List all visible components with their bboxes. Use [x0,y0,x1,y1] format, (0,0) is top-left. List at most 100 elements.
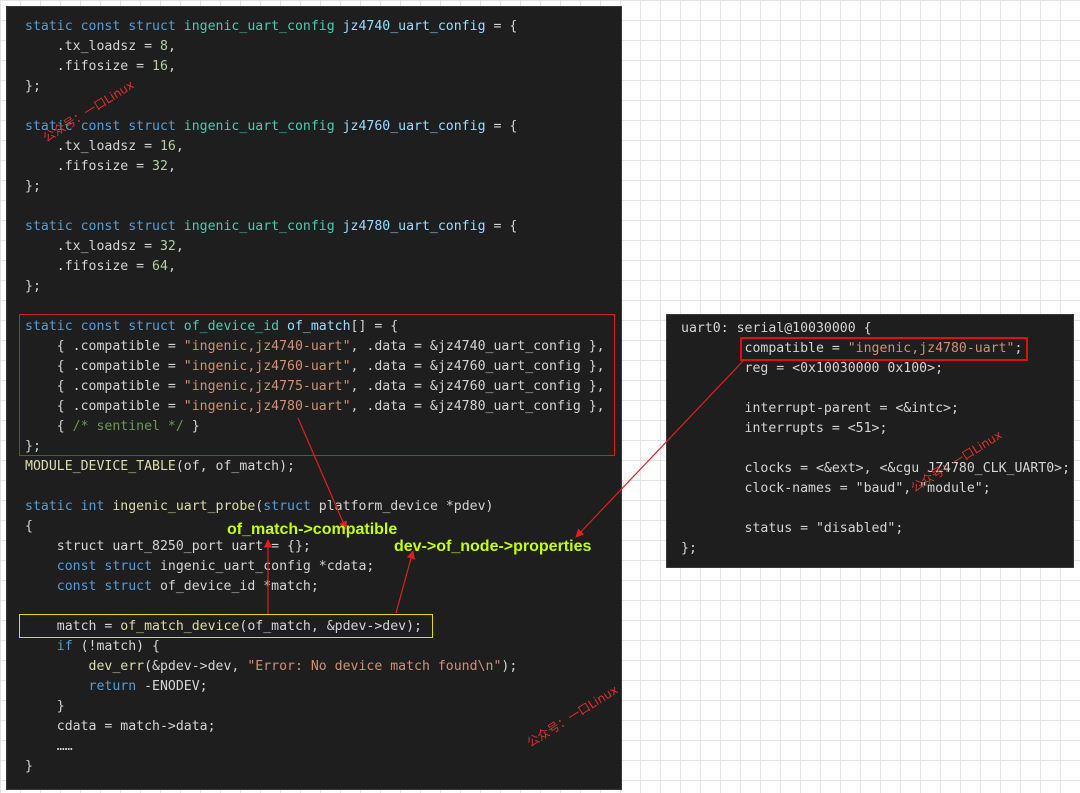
code-line: MODULE_DEVICE_TABLE(of, of_match); [25,457,605,477]
code-token: , [167,259,176,274]
code-token: jz4780_uart_config [342,219,486,234]
code-token: }; [25,279,41,294]
code-token: ingenic_uart_probe [112,499,256,514]
uart-driver-code: static const struct ingenic_uart_config … [25,17,605,777]
device-tree-panel: uart0: serial@10030000 { compatible = "i… [666,314,1074,568]
dt-line: clock-names = "baud", "module"; [681,479,1070,499]
code-token: (of, of_match); [175,459,295,474]
code-line: .fifosize = 16, [25,57,605,77]
code-token: }; [25,79,41,94]
code-token: .fifosize = [25,59,153,74]
code-line: }; [25,177,605,197]
code-line: { .compatible = "ingenic,jz4760-uart", .… [25,357,605,377]
code-token: (of_match, &pdev->dev); [239,619,422,634]
code-line: static const struct of_device_id of_matc… [25,317,605,337]
code-token: = { [485,19,518,34]
code-token: uart0: serial@10030000 { [681,321,872,336]
code-token: of_device_id *match; [159,579,319,594]
code-token: { .compatible = [25,379,184,394]
code-token: , [175,139,184,154]
code-token: } [183,419,200,434]
code-line: static int ingenic_uart_probe(struct pla… [25,497,605,517]
code-token: , .data = &jz4780_uart_config }, [350,399,605,414]
code-line: { /* sentinel */ } [25,417,605,437]
code-token: , .data = &jz4760_uart_config }, [350,379,605,394]
dt-line: reg = <0x10030000 0x100>; [681,359,1070,379]
code-line: static const struct ingenic_uart_config … [25,17,605,37]
dt-line: status = "disabled"; [681,519,1070,539]
code-token: , [175,239,184,254]
code-token: clocks = <&ext>, <&cgu JZ4780_CLK_UART0>… [681,461,1071,476]
code-token: …… [25,739,73,754]
code-token: }; [25,439,41,454]
code-token: MODULE_DEVICE_TABLE [25,459,176,474]
dt-line: interrupts = <51>; [681,419,1070,439]
code-token: , [167,59,176,74]
code-token: interrupts = <51>; [681,421,888,436]
dt-line: uart0: serial@10030000 { [681,319,1070,339]
code-token: { [25,419,73,434]
code-token: 32 [152,159,168,174]
code-line: .fifosize = 64, [25,257,605,277]
code-token: reg = <0x10030000 0x100>; [681,361,944,376]
code-token: jz4740_uart_config [342,19,486,34]
code-line: .tx_loadsz = 16, [25,137,605,157]
code-token: of_match_device [120,619,240,634]
code-line: { .compatible = "ingenic,jz4740-uart", .… [25,337,605,357]
code-token: } [25,699,65,714]
code-token: 16 [152,59,168,74]
code-token: status = "disabled"; [681,521,904,536]
code-token: static const struct [25,19,184,34]
code-token: of_match [287,319,351,334]
code-token: ingenic_uart_config *cdata; [159,559,375,574]
code-line: static const struct ingenic_uart_config … [25,217,605,237]
code-line: }; [25,437,605,457]
code-token: { [25,519,33,534]
code-token: .tx_loadsz = [25,39,160,54]
code-token: "ingenic,jz4760-uart" [183,359,351,374]
code-token: = { [485,219,518,234]
code-token: }; [25,179,41,194]
code-token: if [25,639,81,654]
code-token: dev_err [25,659,145,674]
code-token: 32 [159,239,176,254]
code-token: /* sentinel */ [72,419,184,434]
dt-line: compatible = "ingenic,jz4780-uart"; [681,339,1070,359]
code-line: cdata = match->data; [25,717,605,737]
code-line: .tx_loadsz = 32, [25,237,605,257]
code-token: const struct [25,559,160,574]
code-token: ingenic_uart_config [183,119,343,134]
code-token: ingenic_uart_config [183,219,343,234]
code-line: } [25,697,605,717]
code-line: return -ENODEV; [25,677,605,697]
code-token: , .data = &jz4760_uart_config }, [350,359,605,374]
code-token: , [167,39,176,54]
code-token: interrupt-parent = <&intc>; [681,401,959,416]
code-line: const struct of_device_id *match; [25,577,605,597]
code-token: .tx_loadsz = [25,239,160,254]
code-token: [] = { [350,319,399,334]
code-token: { .compatible = [25,359,184,374]
code-token: { .compatible = [25,339,184,354]
code-line: if (!match) { [25,637,605,657]
code-token: .fifosize = [25,259,153,274]
dt-line [681,379,1070,399]
code-token: platform_device *pdev) [318,499,494,514]
annotation-of-match-compatible: of_match->compatible [227,521,398,538]
code-token: "Error: No device match found\n" [247,659,502,674]
code-token: , .data = &jz4740_uart_config }, [350,339,605,354]
dt-line [681,499,1070,519]
code-token: "ingenic,jz4780-uart" [847,341,1015,356]
code-line: dev_err(&pdev->dev, "Error: No device ma… [25,657,605,677]
code-line: { .compatible = "ingenic,jz4775-uart", .… [25,377,605,397]
code-line: .tx_loadsz = 8, [25,37,605,57]
device-tree-code: uart0: serial@10030000 { compatible = "i… [681,319,1070,559]
code-token: }; [681,541,697,556]
code-token: const struct [25,579,160,594]
code-token: "ingenic,jz4740-uart" [183,339,351,354]
code-token: struct uart_8250_port uart = {}; [25,539,311,554]
dt-line: }; [681,539,1070,559]
